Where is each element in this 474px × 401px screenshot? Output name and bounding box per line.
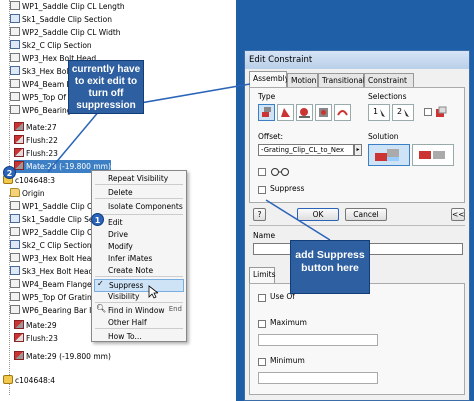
step-badge-2: 2: [3, 166, 16, 179]
step-badge-1: 1: [91, 213, 104, 226]
connector-line: [47, 109, 101, 173]
connector-line: [265, 199, 331, 241]
callout-right: add Suppress button here: [290, 240, 370, 294]
callout-left: currently have to exit edit to turn off …: [68, 60, 144, 114]
